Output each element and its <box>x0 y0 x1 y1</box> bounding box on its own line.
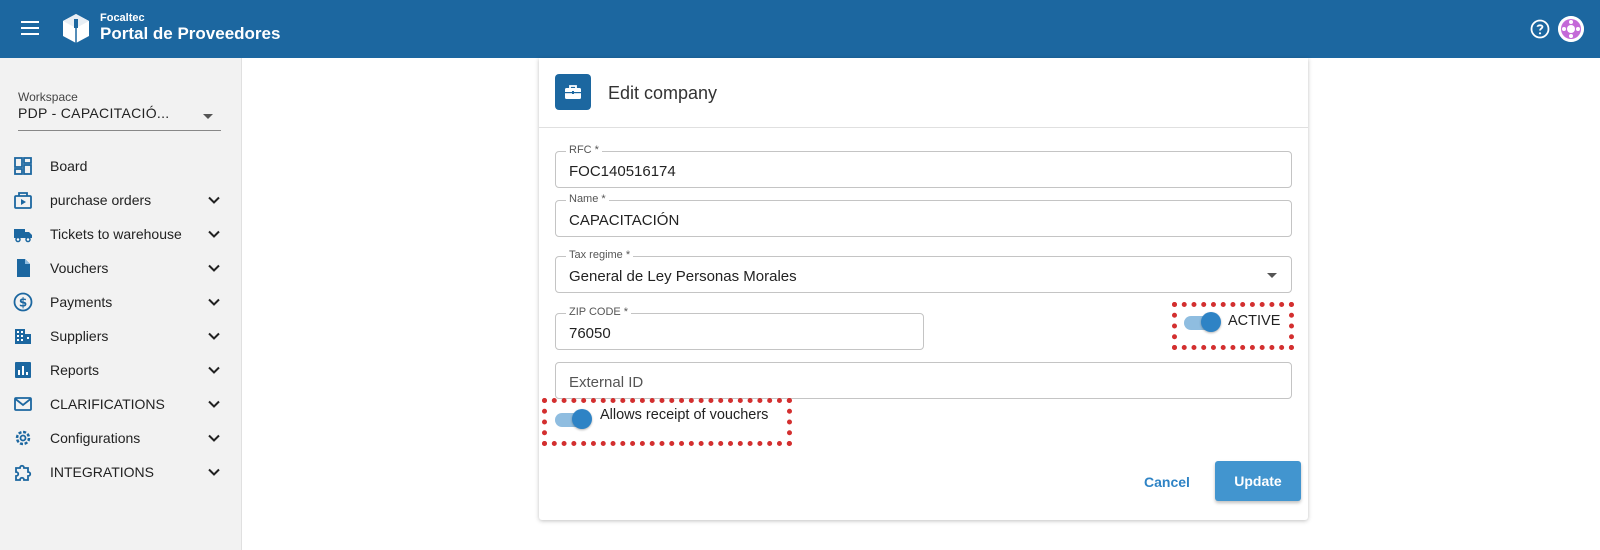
sidebar-item-payments[interactable]: $ Payments <box>0 285 242 319</box>
vouchers-label: Allows receipt of vouchers <box>600 407 769 423</box>
mail-icon <box>14 397 32 411</box>
dropdown-arrow-icon <box>203 114 213 119</box>
chevron-down-icon <box>208 230 220 238</box>
brand-title: Portal de Proveedores <box>100 24 281 43</box>
puzzle-icon <box>15 464 32 481</box>
svg-text:$: $ <box>19 296 27 310</box>
sidebar-item-label: Reports <box>50 362 100 378</box>
edit-company-card: Edit company RFC * FOC140516174 Name * C… <box>539 58 1308 520</box>
tax-regime-label: Tax regime * <box>566 249 634 261</box>
rfc-field[interactable]: RFC * FOC140516174 <box>555 144 1292 188</box>
zip-code-value: 76050 <box>569 325 611 342</box>
document-icon <box>17 259 30 277</box>
purchase-orders-icon <box>14 192 32 209</box>
briefcase-icon <box>555 74 591 110</box>
sidebar-item-label: Suppliers <box>50 328 109 344</box>
brand: Focaltec Portal de Proveedores <box>100 12 280 44</box>
name-field[interactable]: Name * CAPACITACIÓN <box>555 193 1292 237</box>
chevron-down-icon <box>208 366 220 374</box>
chevron-down-icon <box>208 434 220 442</box>
card-header: Edit company <box>539 58 1308 128</box>
sidebar-item-label: purchase orders <box>50 192 152 208</box>
chevron-down-icon <box>208 332 220 340</box>
user-avatar[interactable] <box>1558 16 1584 42</box>
zip-code-label: ZIP CODE * <box>566 306 632 318</box>
sidebar-nav: Board purchase orders Tickets to warehou… <box>0 149 242 489</box>
sidebar-item-label: Configurations <box>50 430 141 446</box>
vouchers-toggle[interactable] <box>555 409 592 429</box>
gear-icon <box>15 430 31 446</box>
sidebar-item-purchase-orders[interactable]: purchase orders <box>0 183 242 217</box>
name-label: Name * <box>566 193 609 205</box>
external-id-field[interactable]: External ID <box>555 362 1292 399</box>
sidebar-item-clarifications[interactable]: CLARIFICATIONS <box>0 387 242 421</box>
chevron-down-icon <box>208 400 220 408</box>
active-toggle[interactable] <box>1184 312 1221 332</box>
dropdown-arrow-icon <box>1267 273 1277 278</box>
rfc-label: RFC * <box>566 144 602 156</box>
truck-icon <box>14 229 32 243</box>
tax-regime-value: General de Ley Personas Morales <box>569 268 797 285</box>
chart-icon <box>15 362 31 378</box>
building-icon <box>15 329 31 344</box>
chevron-down-icon <box>208 264 220 272</box>
sidebar-item-label: INTEGRATIONS <box>50 464 154 480</box>
help-icon[interactable] <box>1530 19 1550 39</box>
update-button[interactable]: Update <box>1215 461 1301 501</box>
sidebar-item-integrations[interactable]: INTEGRATIONS <box>0 455 242 489</box>
sidebar-item-suppliers[interactable]: Suppliers <box>0 319 242 353</box>
chevron-down-icon <box>208 196 220 204</box>
tax-regime-select[interactable]: Tax regime * General de Ley Personas Mor… <box>555 249 1292 293</box>
workspace-label: Workspace <box>18 90 78 104</box>
sidebar-item-board[interactable]: Board <box>0 149 242 183</box>
rfc-value: FOC140516174 <box>569 163 676 180</box>
sidebar-item-tickets-to-warehouse[interactable]: Tickets to warehouse <box>0 217 242 251</box>
dollar-icon: $ <box>13 292 33 312</box>
dashboard-icon <box>14 157 32 175</box>
sidebar: Workspace PDP - CAPACITACIÓ... Board pur… <box>0 58 242 550</box>
name-value: CAPACITACIÓN <box>569 212 680 229</box>
sidebar-item-label: Tickets to warehouse <box>50 226 182 242</box>
chevron-down-icon <box>208 298 220 306</box>
sidebar-item-label: Board <box>50 158 88 174</box>
sidebar-item-label: CLARIFICATIONS <box>50 396 165 412</box>
workspace-select[interactable]: PDP - CAPACITACIÓ... <box>18 105 221 131</box>
cancel-button[interactable]: Cancel <box>1142 472 1192 492</box>
zip-code-field[interactable]: ZIP CODE * 76050 <box>555 306 924 350</box>
sidebar-item-label: Vouchers <box>50 260 109 276</box>
logo-icon <box>63 14 89 43</box>
brand-small: Focaltec <box>100 12 145 24</box>
active-label: ACTIVE <box>1228 313 1281 329</box>
menu-icon[interactable] <box>18 17 42 41</box>
page-title: Edit company <box>608 83 718 103</box>
sidebar-item-reports[interactable]: Reports <box>0 353 242 387</box>
sidebar-item-vouchers[interactable]: Vouchers <box>0 251 242 285</box>
sidebar-item-configurations[interactable]: Configurations <box>0 421 242 455</box>
sidebar-item-label: Payments <box>50 294 113 310</box>
external-id-placeholder: External ID <box>569 374 644 391</box>
chevron-down-icon <box>208 468 220 476</box>
top-app-bar: Focaltec Portal de Proveedores <box>0 0 1600 58</box>
workspace-value: PDP - CAPACITACIÓ... <box>18 105 170 121</box>
